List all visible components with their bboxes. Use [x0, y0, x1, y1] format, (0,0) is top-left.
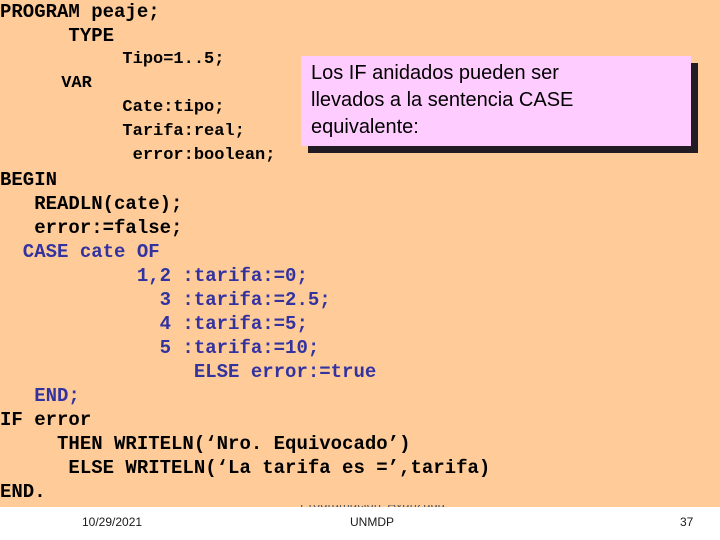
- slide-footer: 10/29/2021 UNMDP 37: [0, 507, 720, 540]
- code-line-case-branch: 1,2 :tarifa:=0;: [0, 265, 308, 287]
- code-line-case-branch: 4 :tarifa:=5;: [0, 313, 308, 335]
- code-line: PROGRAM peaje;: [0, 1, 160, 23]
- callout-line: llevados a la sentencia CASE: [311, 89, 574, 111]
- code-line: END.: [0, 481, 46, 503]
- callout-line: equivalente:: [311, 116, 419, 138]
- callout-box: Los IF anidados pueden ser llevados a la…: [301, 56, 691, 146]
- footer-organization: UNMDP: [350, 515, 394, 529]
- code-line: error:=false;: [0, 217, 183, 239]
- slide: PROGRAM peaje; TYPE Tipo=1..5; VAR Cate:…: [0, 0, 720, 540]
- code-line: IF error: [0, 409, 92, 431]
- slide-canvas: PROGRAM peaje; TYPE Tipo=1..5; VAR Cate:…: [0, 0, 720, 507]
- code-line-case-end: END;: [0, 385, 80, 407]
- code-line-case-else: ELSE error:=true: [0, 361, 377, 383]
- code-line: THEN WRITELN(‘Nro. Equivocado’): [0, 433, 411, 455]
- footer-page-number: 37: [680, 515, 694, 529]
- footer-date: 10/29/2021: [82, 515, 143, 529]
- code-line-case-branch: 3 :tarifa:=2.5;: [0, 289, 331, 311]
- callout-line: Los IF anidados pueden ser: [311, 62, 559, 84]
- code-line-case-branch: 5 :tarifa:=10;: [0, 337, 320, 359]
- code-line: ELSE WRITELN(‘La tarifa es =’,tarifa): [0, 457, 491, 479]
- code-line: BEGIN: [0, 169, 58, 191]
- code-line: TYPE: [0, 25, 115, 47]
- code-line: READLN(cate);: [0, 193, 183, 215]
- code-line-case-header: CASE cate OF: [0, 241, 160, 263]
